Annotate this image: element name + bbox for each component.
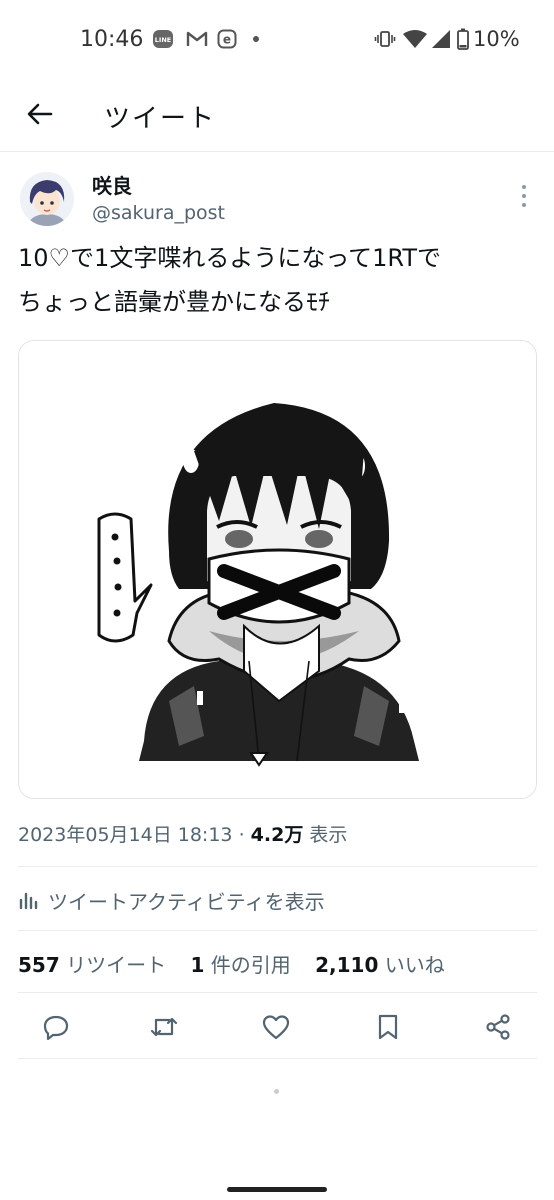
meta-separator: · [238,824,245,846]
retweets-label: リツイート [66,953,167,977]
bookmark-button[interactable] [372,1011,404,1043]
reply-icon [43,1015,69,1041]
views-count: 4.2万 [250,824,304,846]
tweet-text: 10♡で1文字喋れるようになって1RTで ちょっと語彙が豊かになるﾓﾁ [18,236,538,324]
dot-icon [251,29,261,49]
tweet-text-line: 10♡で1文字喋れるようになって1RTで [18,244,441,272]
battery-percent: 10% [473,27,520,51]
wifi-icon [402,29,428,49]
tweet-image[interactable] [18,340,537,799]
avatar[interactable] [20,172,74,226]
likes-count: 2,110 [315,953,379,977]
divider [18,930,537,931]
user-handle[interactable]: @sakura_post [92,202,225,224]
bookmark-icon [378,1014,398,1040]
quotes-stat[interactable]: 1 件の引用 [190,953,290,977]
page-title: ツイート [104,104,217,134]
loading-dot [274,1089,279,1094]
tweet-stats: 557 リツイート 1 件の引用 2,110 いいね [18,949,463,978]
like-icon [262,1015,290,1040]
tweet-text-line: ちょっと語彙が豊かになるﾓﾁ [18,288,330,316]
analytics-icon [19,892,38,910]
quotes-count: 1 [190,953,205,977]
svg-text:e: e [223,33,231,47]
share-icon [486,1014,510,1040]
app-e-icon: e [216,29,238,49]
top-bar: ツイート [0,80,554,152]
retweets-stat[interactable]: 557 リツイート [18,953,166,977]
arrow-left-icon [27,103,53,125]
share-button[interactable] [482,1011,514,1043]
retweet-button[interactable] [148,1011,180,1043]
divider [18,866,537,867]
quotes-label: 件の引用 [210,953,291,977]
divider [18,992,537,993]
views-label: 表示 [309,824,348,846]
reply-button[interactable] [40,1011,72,1043]
status-time: 10:46 [80,27,144,52]
svg-text:LINE: LINE [155,36,171,44]
back-button[interactable] [22,96,58,132]
status-bar: 10:46 LINE e 10% [0,0,554,80]
gmail-icon [186,29,208,49]
line-icon: LINE [152,29,174,49]
tweet-timestamp[interactable]: 2023年05月14日 18:13 [18,824,233,846]
display-name[interactable]: 咲良 [92,170,132,199]
home-gesture-bar[interactable] [227,1187,327,1192]
signal-icon [430,29,452,49]
likes-stat[interactable]: 2,110 いいね [315,953,445,977]
battery-icon [456,28,470,50]
tweet-activity-link[interactable]: ツイートアクティビティを表示 [18,884,325,916]
tweet-meta: 2023年05月14日 18:13 · 4.2万 表示 [18,820,347,847]
retweet-icon [150,1017,178,1037]
retweets-count: 557 [18,953,60,977]
likes-label: いいね [384,953,445,977]
like-button[interactable] [260,1011,292,1043]
more-options-icon[interactable] [512,182,536,210]
vibrate-icon [374,29,396,49]
tweet-activity-label: ツイートアクティビティを表示 [48,889,325,914]
divider [18,1058,537,1059]
